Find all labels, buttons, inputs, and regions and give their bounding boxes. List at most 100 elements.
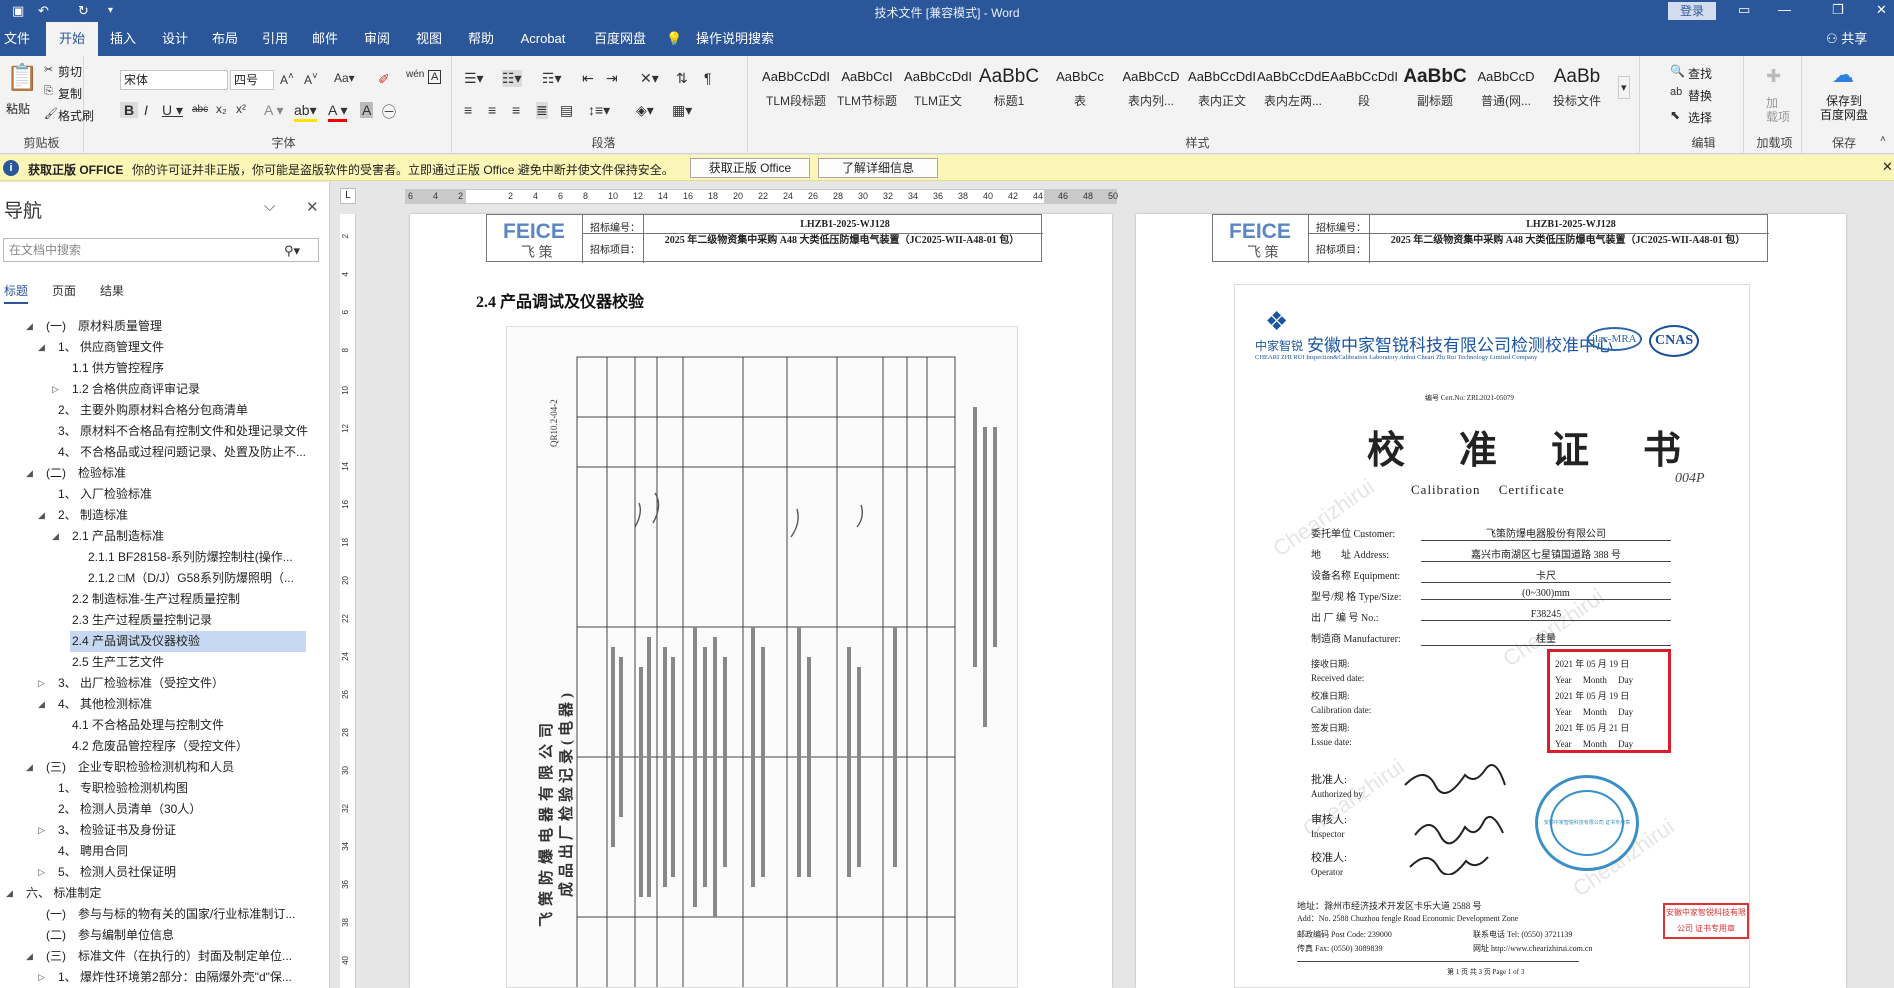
style-item[interactable]: AaBbCcDdEe 表内左两... (1257, 62, 1329, 120)
nav-heading-item[interactable]: (一) 参与与标的物有关的国家/行业标准制订... (44, 904, 306, 925)
nav-heading-item[interactable]: 2.5 生产工艺文件 (70, 652, 306, 673)
bullets-icon[interactable]: ☰▾ (464, 70, 484, 87)
nav-heading-item[interactable]: ◢ 2、 制造标准 (38, 505, 306, 526)
expand-triangle-icon[interactable]: ▷ (52, 379, 59, 400)
style-item[interactable]: AaBbCc 表 (1044, 62, 1116, 120)
restore-icon[interactable]: ❐ (1832, 2, 1844, 18)
justify-icon[interactable]: ≣ (536, 102, 548, 119)
learn-more-button[interactable]: 了解详细信息 (818, 158, 938, 178)
nav-close-icon[interactable]: ✕ (306, 198, 319, 216)
nav-heading-item[interactable]: 1.1 供方管控程序 (70, 358, 306, 379)
nav-heading-item[interactable]: 2、 检测人员清单（30人） (56, 799, 306, 820)
find-button[interactable]: 查找 (1688, 65, 1712, 82)
tab-design[interactable]: 设计 (158, 22, 192, 56)
style-item[interactable]: AaBbC 副标题 (1399, 62, 1471, 120)
style-item[interactable]: AaBbCcDdI TLM段标题 (760, 62, 832, 120)
tab-acrobat[interactable]: Acrobat (514, 22, 572, 56)
nav-heading-item[interactable]: 2.1.2 □M（D/J）G58系列防爆照明（... (86, 568, 306, 589)
nav-heading-item[interactable]: ◢ 1、 供应商管理文件 (38, 337, 306, 358)
tab-baidu-netdisk[interactable]: 百度网盘 (590, 22, 650, 56)
tab-layout[interactable]: 布局 (208, 22, 242, 56)
character-shading-icon[interactable]: A (360, 102, 374, 118)
ribbon-display-icon[interactable]: ▭ (1738, 2, 1750, 18)
align-center-icon[interactable]: ≡ (488, 102, 496, 118)
replace-button[interactable]: 替换 (1688, 87, 1712, 104)
tab-selector[interactable]: L (340, 188, 356, 204)
shading-icon[interactable]: ◈▾ (636, 102, 654, 119)
tab-view[interactable]: 视图 (412, 22, 446, 56)
paste-button[interactable]: 粘贴 (6, 100, 30, 117)
text-effects-icon[interactable]: A ▾ (264, 102, 283, 119)
clear-formatting-icon[interactable]: ✐ (378, 71, 390, 88)
nav-heading-item[interactable]: ▷ 3、 检验证书及身份证 (38, 820, 306, 841)
decrease-indent-icon[interactable]: ⇤ (582, 70, 594, 87)
document-page-right[interactable]: FEICE 飞 策 招标编号： LHZB1-2025-WJ128 招标项目： 2… (1136, 214, 1846, 988)
styles-more-icon[interactable]: ▾ (1618, 76, 1630, 99)
superscript-icon[interactable]: x² (236, 102, 246, 116)
expand-triangle-icon[interactable]: ▷ (38, 862, 45, 883)
nav-heading-item[interactable]: 2.2 制造标准-生产过程质量控制 (70, 589, 306, 610)
nav-tab-pages[interactable]: 页面 (52, 282, 76, 299)
font-size-select[interactable]: 四号 (230, 70, 274, 90)
nav-search-input[interactable]: 在文档中搜索 ⚲▾ (3, 238, 319, 262)
addins-icon[interactable]: ✚ (1766, 66, 1781, 87)
nav-heading-item[interactable]: 4、 聘用合同 (56, 841, 306, 862)
cut-button[interactable]: 剪切 (58, 63, 82, 80)
nav-heading-item[interactable]: ◢ (二) 检验标准 (26, 463, 306, 484)
style-item[interactable]: AaBbCcDdI 表内正文 (1186, 62, 1258, 120)
enclose-characters-icon[interactable]: ㊀ (382, 102, 396, 122)
collapse-ribbon-icon[interactable]: ˄ (1880, 134, 1886, 145)
collapse-triangle-icon[interactable]: ◢ (26, 463, 33, 484)
close-icon[interactable]: ✕ (1876, 2, 1887, 18)
collapse-triangle-icon[interactable]: ◢ (38, 505, 45, 526)
nav-heading-item[interactable]: 2、 主要外购原材料合格分包商清单 (56, 400, 306, 421)
increase-indent-icon[interactable]: ⇥ (606, 70, 618, 87)
multilevel-list-icon[interactable]: ☶▾ (542, 70, 562, 87)
highlight-icon[interactable]: ab▾ (294, 102, 317, 122)
subscript-icon[interactable]: x₂ (216, 102, 227, 116)
style-item[interactable]: AaBbCcI TLM节标题 (831, 62, 903, 120)
minimize-icon[interactable]: — (1778, 2, 1791, 17)
tell-me-search[interactable]: 操作说明搜索 (694, 22, 776, 56)
tab-mailings[interactable]: 邮件 (308, 22, 342, 56)
nav-heading-item[interactable]: 1、 专职检验检测机构图 (56, 778, 306, 799)
search-icon[interactable]: ⚲▾ (284, 240, 300, 262)
share-button[interactable]: ⚇ 共享 (1826, 28, 1867, 47)
vertical-ruler[interactable]: 2 4 6 8 10 12 14 16 18 20 22 24 26 28 30 32 34 36 38 40 (340, 214, 356, 988)
expand-triangle-icon[interactable]: ▷ (38, 967, 45, 988)
tab-help[interactable]: 帮助 (464, 22, 498, 56)
nav-heading-item[interactable]: ▷ 1.2 合格供应商评审记录 (52, 379, 306, 400)
tab-home[interactable]: 开始 (46, 22, 98, 56)
get-genuine-office-button[interactable]: 获取正版 Office (690, 158, 810, 178)
style-item[interactable]: AaBbCcD 普通(网... (1470, 62, 1542, 120)
collapse-triangle-icon[interactable]: ◢ (26, 316, 33, 337)
grow-font-icon[interactable]: A˄ (280, 71, 294, 87)
horizontal-ruler[interactable]: 6 4 2 2 4 6 8 10 12 14 16 18 20 22 24 26 28 30 32 34 36 38 40 4… (405, 189, 1118, 204)
font-color-icon[interactable]: A ▾ (328, 102, 348, 122)
italic-icon[interactable]: I (144, 102, 148, 118)
nav-heading-item[interactable]: 2.3 生产过程质量控制记录 (70, 610, 306, 631)
nav-heading-item[interactable]: 2.1.1 BF28158-系列防爆控制柱(操作... (86, 547, 306, 568)
paste-icon[interactable]: 📋 (6, 62, 38, 93)
align-right-icon[interactable]: ≡ (512, 102, 520, 118)
nav-heading-item[interactable]: 1、 入厂检验标准 (56, 484, 306, 505)
line-spacing-icon[interactable]: ↕≡▾ (588, 102, 610, 119)
addins-button[interactable]: 加 载项 (1766, 96, 1790, 124)
login-button[interactable]: 登录 (1668, 2, 1716, 20)
vertical-scrollbar[interactable] (1885, 182, 1894, 988)
style-item[interactable]: AaBbCcDdI 段 (1328, 62, 1400, 120)
nav-tab-headings[interactable]: 标题 (4, 282, 29, 304)
nav-heading-item[interactable]: ▷ 5、 检测人员社保证明 (38, 862, 306, 883)
expand-triangle-icon[interactable]: ▷ (38, 673, 45, 694)
save-to-baidu-button[interactable]: 保存到 百度网盘 (1820, 94, 1868, 122)
character-border-icon[interactable]: A (428, 70, 442, 84)
underline-icon[interactable]: U ▾ (162, 102, 183, 119)
borders-icon[interactable]: ▦▾ (672, 102, 692, 119)
nav-heading-item[interactable]: ◢ 2.1 产品制造标准 (52, 526, 306, 547)
nav-heading-item[interactable]: 4.1 不合格品处理与控制文件 (70, 715, 306, 736)
show-marks-icon[interactable]: ¶ (704, 70, 712, 86)
tab-insert[interactable]: 插入 (106, 22, 140, 56)
style-item[interactable]: AaBbCcD 表内列... (1115, 62, 1187, 120)
nav-heading-item[interactable]: 2.4 产品调试及仪器校验 (70, 631, 306, 652)
chinese-layout-icon[interactable]: ✕▾ (640, 70, 659, 87)
